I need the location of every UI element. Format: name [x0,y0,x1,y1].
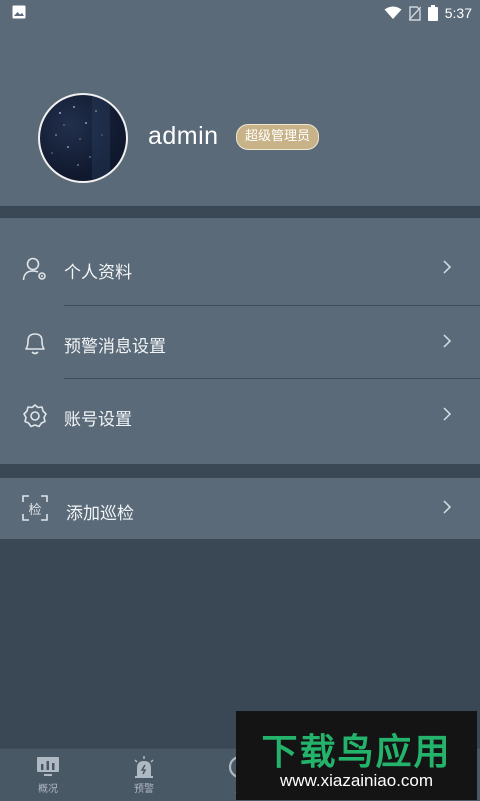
username: admin [148,122,219,150]
menu-item-label: 账号设置 [64,410,132,430]
no-sim-icon [408,5,421,21]
user-settings-icon [22,257,46,281]
menu-item-profile[interactable]: 个人资料 [0,218,480,306]
section-divider [0,206,480,218]
dashboard-icon [37,757,59,776]
chevron-right-icon [443,407,452,421]
status-time: 5:37 [444,5,472,21]
inspection-menu: 检 添加巡检 [0,478,480,539]
section-divider [0,464,480,478]
image-icon [12,5,26,19]
menu-item-alert-settings[interactable]: 预警消息设置 [0,306,480,379]
menu-item-label: 预警消息设置 [64,337,166,357]
nav-label: 概况 [38,784,58,795]
inspection-icon-glyph: 检 [28,503,42,518]
gear-icon [23,404,47,428]
alarm-icon [134,756,154,778]
status-bar: 5:37 [0,0,480,26]
menu-item-account-settings[interactable]: 账号设置 [0,379,480,452]
menu-item-label: 添加巡检 [66,504,134,524]
wifi-icon [384,6,402,19]
profile-header: admin 超级管理员 [0,26,480,206]
role-badge: 超级管理员 [236,124,320,150]
menu-item-add-inspection[interactable]: 检 添加巡检 [0,478,480,539]
watermark-title: 下载鸟应用 [261,732,452,773]
nav-item-overview[interactable]: 概况 [13,755,83,795]
chevron-right-icon [443,260,452,274]
avatar[interactable] [38,93,128,183]
battery-icon [427,5,438,21]
settings-menu: 个人资料 预警消息设置 账号设置 [0,218,480,464]
nav-item-alerts[interactable]: 预警 [109,755,179,795]
nav-label: 预警 [134,784,154,795]
watermark-banner: 下载鸟应用 www.xiazainiao.com [236,711,477,800]
avatar-stars [51,106,103,166]
bell-icon [25,333,45,355]
chevron-right-icon [443,334,452,348]
chevron-right-icon [443,500,452,514]
watermark-url: www.xiazainiao.com [279,771,434,790]
scan-inspection-icon: 检 [22,495,48,521]
menu-item-label: 个人资料 [64,263,132,283]
